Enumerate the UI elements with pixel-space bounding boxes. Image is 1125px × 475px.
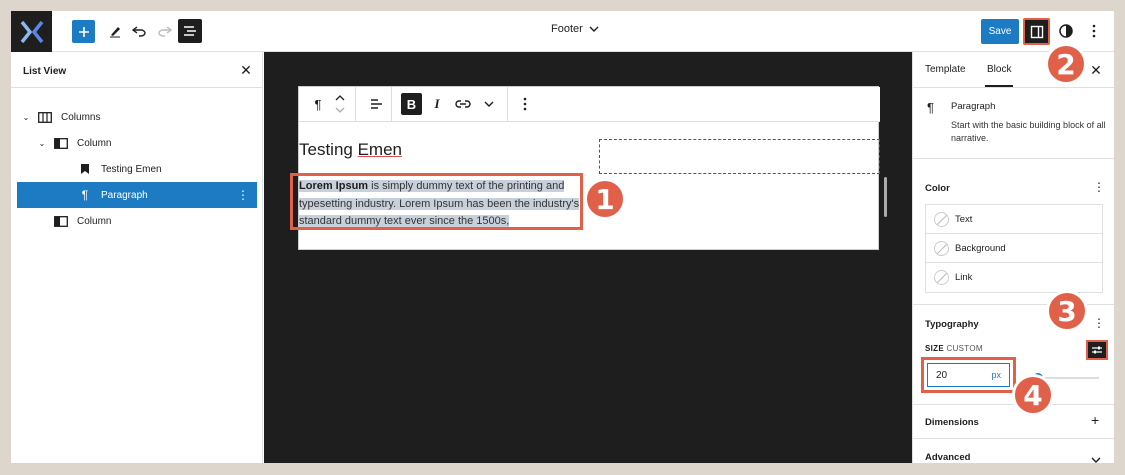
list-item-column[interactable]: ⌄ Column	[17, 130, 257, 156]
color-item-label: Background	[955, 242, 1006, 254]
chevron-down-icon[interactable]	[481, 93, 497, 115]
annotation-badge-1: 1	[584, 178, 626, 220]
list-item-label: Testing Emen	[101, 163, 162, 175]
heading-misspelled-word: Emen	[357, 140, 403, 159]
size-label-bold: SIZE	[925, 344, 944, 353]
empty-swatch-icon	[934, 270, 949, 285]
close-icon[interactable]: ✕	[238, 62, 254, 78]
list-item-columns[interactable]: ⌄ Columns	[17, 104, 257, 130]
column-icon	[53, 214, 69, 228]
more-options-icon[interactable]	[1087, 22, 1101, 40]
heading-block[interactable]: Testing Emen	[299, 140, 402, 160]
document-title-button[interactable]: Footer	[551, 23, 599, 35]
styles-contrast-icon[interactable]	[1057, 22, 1075, 40]
paragraph-icon: ¶	[81, 188, 89, 202]
annotation-highlight: 20 px	[921, 357, 1016, 393]
divider	[913, 87, 1114, 88]
empty-column-placeholder[interactable]	[599, 139, 880, 174]
color-item-label: Link	[955, 272, 973, 283]
plus-icon[interactable]: +	[1091, 412, 1099, 428]
link-icon[interactable]	[453, 93, 473, 115]
tab-template[interactable]: Template	[925, 64, 966, 75]
logo-icon[interactable]	[11, 11, 52, 52]
more-options-icon[interactable]: ⋮	[1093, 316, 1105, 330]
font-size-label: SIZE CUSTOM	[925, 344, 983, 353]
column-icon	[53, 136, 69, 150]
block-card-description: Start with the basic building block of a…	[951, 120, 1106, 143]
paragraph-icon: ¶	[927, 100, 934, 115]
add-block-button[interactable]	[72, 20, 95, 43]
align-left-icon[interactable]	[367, 93, 385, 115]
list-view-title: List View	[23, 66, 67, 77]
list-item-label: Column	[77, 215, 112, 227]
list-item-heading[interactable]: Testing Emen	[17, 156, 257, 182]
list-item-label: Columns	[61, 111, 101, 123]
top-toolbar: Footer Save	[11, 11, 1114, 52]
list-item-paragraph[interactable]: ¶ Paragraph ⋮	[17, 182, 257, 208]
empty-swatch-icon	[934, 240, 949, 256]
heading-text: Testing	[299, 140, 358, 159]
font-size-input[interactable]: 20 px	[927, 363, 1010, 387]
chevron-down-icon[interactable]: ⌄	[37, 139, 47, 148]
bold-button[interactable]: B	[401, 93, 422, 115]
advanced-section-title: Advanced	[925, 452, 971, 463]
chevron-down-icon[interactable]: ⌄	[21, 113, 31, 122]
bookmark-icon	[77, 162, 93, 176]
columns-icon	[37, 110, 53, 124]
footer-block-area: ¶ B I Testing Emen Lorem Ipsum is simply…	[290, 86, 880, 250]
more-options-icon[interactable]	[517, 93, 533, 115]
font-size-value: 20	[936, 369, 948, 381]
chevron-down-icon	[589, 26, 599, 32]
list-view-toggle-icon[interactable]	[178, 19, 202, 43]
more-options-icon[interactable]: ⋮	[1093, 180, 1105, 194]
list-item-label: Paragraph	[101, 189, 148, 201]
divider	[507, 87, 508, 122]
italic-button[interactable]: I	[429, 93, 445, 115]
annotation-badge-4: 4	[1012, 374, 1054, 416]
list-item-column[interactable]: Column	[17, 208, 257, 234]
more-options-icon[interactable]: ⋮	[237, 188, 249, 202]
divider	[11, 87, 263, 88]
settings-sidebar-toggle-icon[interactable]	[1023, 18, 1050, 45]
annotation-highlight	[290, 173, 583, 230]
divider	[355, 87, 356, 122]
typography-section-title: Typography	[925, 319, 979, 330]
font-size-unit[interactable]: px	[991, 370, 1001, 380]
redo-icon[interactable]	[155, 21, 175, 41]
color-item-link[interactable]: Link	[926, 263, 1102, 292]
paragraph-icon[interactable]: ¶	[309, 93, 327, 115]
block-card-title: Paragraph	[951, 101, 996, 112]
move-up-down-icon[interactable]	[333, 93, 347, 115]
color-item-label: Text	[955, 213, 973, 225]
divider	[913, 158, 1114, 159]
resize-handle[interactable]	[884, 177, 887, 217]
undo-icon[interactable]	[129, 21, 149, 41]
pen-icon[interactable]	[105, 21, 125, 41]
tab-block[interactable]: Block	[984, 64, 1014, 87]
divider	[391, 87, 392, 122]
chevron-down-icon[interactable]	[1091, 450, 1101, 463]
color-item-background[interactable]: Background	[926, 234, 1102, 263]
dimensions-section-title: Dimensions	[925, 417, 979, 428]
annotation-badge-2: 2	[1045, 43, 1087, 85]
editor-canvas: ¶ B I Testing Emen Lorem Ipsum is simply…	[264, 52, 912, 463]
size-label-mode: CUSTOM	[946, 344, 983, 353]
color-section-title: Color	[925, 183, 950, 194]
list-item-label: Column	[77, 137, 112, 149]
divider	[913, 438, 1114, 439]
custom-size-toggle-icon[interactable]	[1086, 340, 1108, 360]
close-icon[interactable]: ✕	[1088, 62, 1104, 78]
editor-frame: Footer Save List View ✕ ⌄ Columns ⌄ Colu…	[11, 11, 1114, 463]
document-title: Footer	[551, 23, 583, 35]
empty-swatch-icon	[934, 211, 949, 227]
color-options: Text Background Link	[925, 204, 1103, 293]
block-toolbar: ¶ B I	[299, 87, 880, 122]
annotation-badge-3: 3	[1046, 290, 1088, 332]
color-item-text[interactable]: Text	[926, 205, 1102, 234]
save-button[interactable]: Save	[981, 19, 1019, 44]
list-view-panel: List View ✕ ⌄ Columns ⌄ Column Testing E…	[11, 52, 263, 463]
